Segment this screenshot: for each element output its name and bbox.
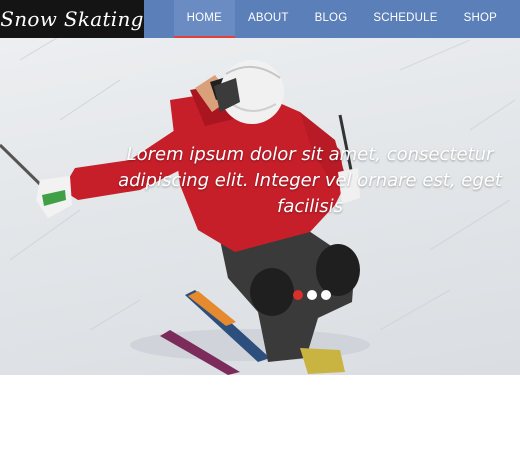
nav-item-home[interactable]: HOME (173, 0, 236, 38)
nav-item-about[interactable]: ABOUT (235, 0, 302, 38)
main-nav: HOME ABOUT BLOG SCHEDULE SHOP (173, 0, 510, 38)
nav-item-schedule[interactable]: SCHEDULE (360, 0, 450, 38)
top-navbar: Snow Skating HOME ABOUT BLOG SCHEDULE SH… (0, 0, 520, 38)
site-logo[interactable]: Snow Skating (0, 0, 144, 38)
slider-dot-2[interactable] (307, 290, 317, 300)
hero-slider: Lorem ipsum dolor sit amet, consectetur … (0, 0, 520, 375)
nav-item-shop[interactable]: SHOP (451, 0, 510, 38)
hero-caption: Lorem ipsum dolor sit amet, consectetur … (118, 144, 502, 217)
nav-item-blog[interactable]: BLOG (302, 0, 361, 38)
slider-pagination (293, 290, 335, 300)
slider-dot-1[interactable] (293, 290, 303, 300)
page: Lorem ipsum dolor sit amet, consectetur … (0, 0, 520, 450)
slider-dot-3[interactable] (321, 290, 331, 300)
